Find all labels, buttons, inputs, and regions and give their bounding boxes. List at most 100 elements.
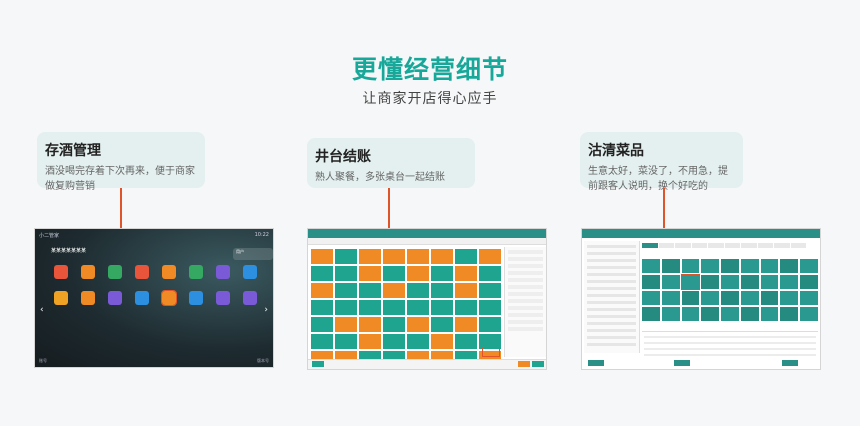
dish-tile[interactable]: [721, 259, 739, 273]
table-tile[interactable]: [479, 249, 501, 264]
dish-tile[interactable]: [800, 291, 818, 305]
table-tile[interactable]: [431, 249, 453, 264]
table-tile[interactable]: [359, 300, 381, 315]
table-tile[interactable]: [383, 266, 405, 281]
table-tile[interactable]: [455, 249, 477, 264]
table-tile[interactable]: [383, 249, 405, 264]
table-tile[interactable]: [479, 300, 501, 315]
app-icon[interactable]: [211, 265, 235, 279]
dish-tile[interactable]: [780, 259, 799, 273]
table-tile[interactable]: [359, 283, 381, 298]
dish-tile[interactable]: [721, 275, 739, 289]
table-tile[interactable]: [311, 300, 333, 315]
table-tile[interactable]: [455, 317, 477, 332]
table-tile[interactable]: [335, 249, 357, 264]
table-tile[interactable]: [407, 317, 429, 332]
next-page-icon[interactable]: ›: [264, 305, 268, 315]
dish-tile[interactable]: [661, 275, 680, 289]
sold-out-dish-tile[interactable]: [680, 274, 701, 290]
dish-tile[interactable]: [701, 259, 720, 273]
dish-tile[interactable]: [740, 291, 759, 305]
area-tabs[interactable]: [308, 238, 546, 245]
app-icon[interactable]: [103, 265, 127, 279]
category-tabs[interactable]: [642, 243, 806, 255]
dish-tile[interactable]: [780, 291, 799, 305]
dish-tile[interactable]: [701, 291, 720, 305]
dish-tile[interactable]: [760, 275, 779, 289]
dish-tile[interactable]: [800, 259, 818, 273]
combine-checkout-button-highlight[interactable]: [482, 347, 500, 357]
footer-button[interactable]: [518, 361, 530, 367]
table-tile[interactable]: [455, 300, 477, 315]
table-tile[interactable]: [311, 283, 333, 298]
table-tile[interactable]: [431, 334, 453, 349]
app-icon[interactable]: [76, 265, 100, 279]
table-tile[interactable]: [311, 249, 333, 264]
account-chip[interactable]: 用户: [233, 248, 273, 260]
table-tile[interactable]: [479, 283, 501, 298]
wine-storage-icon[interactable]: [157, 290, 181, 306]
table-tile[interactable]: [407, 249, 429, 264]
app-icon[interactable]: [184, 291, 208, 305]
table-tile[interactable]: [407, 300, 429, 315]
table-tile[interactable]: [455, 334, 477, 349]
footer-button[interactable]: [674, 360, 690, 366]
table-tile[interactable]: [311, 334, 333, 349]
table-tile[interactable]: [431, 266, 453, 281]
app-icon[interactable]: [130, 291, 154, 305]
dish-tile[interactable]: [740, 275, 759, 289]
table-tile[interactable]: [407, 266, 429, 281]
dish-tile[interactable]: [760, 307, 779, 321]
app-icon[interactable]: [130, 265, 154, 279]
dish-tile[interactable]: [800, 275, 818, 289]
app-icon[interactable]: [211, 291, 235, 305]
table-tile[interactable]: [431, 300, 453, 315]
app-icon[interactable]: [157, 265, 181, 279]
dish-tile[interactable]: [800, 307, 818, 321]
table-tile[interactable]: [335, 266, 357, 281]
table-tile[interactable]: [383, 334, 405, 349]
table-tile[interactable]: [407, 283, 429, 298]
app-icon[interactable]: [184, 265, 208, 279]
dish-tile[interactable]: [701, 307, 720, 321]
dish-tile[interactable]: [681, 291, 700, 305]
dish-tile[interactable]: [721, 291, 739, 305]
app-icon[interactable]: [49, 291, 73, 305]
dish-tile[interactable]: [701, 275, 720, 289]
table-tile[interactable]: [359, 317, 381, 332]
dish-tile[interactable]: [740, 307, 759, 321]
dish-tile[interactable]: [661, 307, 680, 321]
app-icon[interactable]: [76, 291, 100, 305]
dish-tile[interactable]: [642, 291, 660, 305]
app-icon[interactable]: [49, 265, 73, 279]
footer-button[interactable]: [588, 360, 604, 366]
dish-tile[interactable]: [780, 275, 799, 289]
prev-page-icon[interactable]: ‹: [40, 305, 44, 315]
table-tile[interactable]: [335, 300, 357, 315]
table-tile[interactable]: [479, 266, 501, 281]
table-tile[interactable]: [383, 283, 405, 298]
table-tile[interactable]: [431, 317, 453, 332]
table-tile[interactable]: [311, 266, 333, 281]
dish-tile[interactable]: [681, 259, 700, 273]
dish-tile[interactable]: [760, 291, 779, 305]
table-tile[interactable]: [407, 334, 429, 349]
dish-tile[interactable]: [721, 307, 739, 321]
dish-tile[interactable]: [661, 291, 680, 305]
dish-tile[interactable]: [642, 307, 660, 321]
table-tile[interactable]: [479, 317, 501, 332]
table-tile[interactable]: [311, 317, 333, 332]
table-tile[interactable]: [359, 334, 381, 349]
footer-button[interactable]: [532, 361, 544, 367]
dish-tile[interactable]: [740, 259, 759, 273]
table-tile[interactable]: [335, 317, 357, 332]
table-tile[interactable]: [455, 283, 477, 298]
app-icon[interactable]: [103, 291, 127, 305]
dish-tile[interactable]: [780, 307, 799, 321]
table-tile[interactable]: [431, 283, 453, 298]
table-tile[interactable]: [383, 317, 405, 332]
app-icon[interactable]: [238, 265, 262, 279]
dish-tile[interactable]: [642, 275, 660, 289]
table-tile[interactable]: [335, 334, 357, 349]
dish-tile[interactable]: [642, 259, 660, 273]
